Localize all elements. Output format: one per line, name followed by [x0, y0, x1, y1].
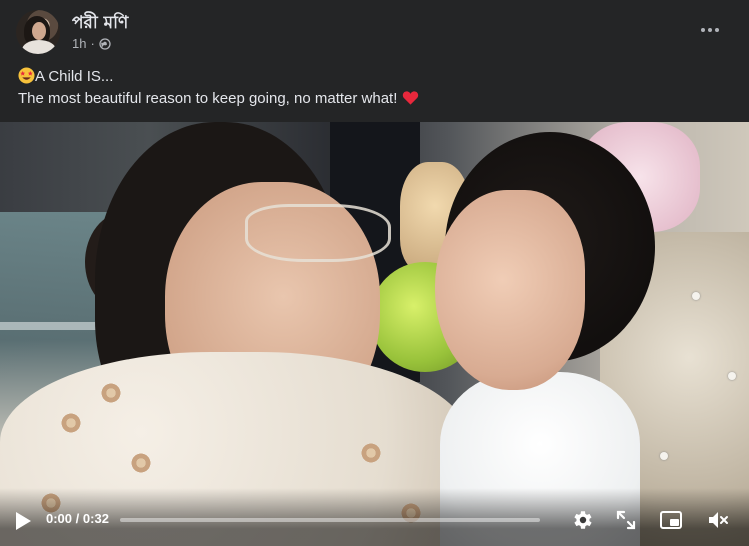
more-dots-icon — [701, 28, 705, 32]
time-separator: / — [75, 511, 80, 526]
child-face — [435, 190, 585, 390]
video-progress-bar[interactable] — [120, 518, 540, 522]
globe-icon[interactable] — [99, 37, 111, 50]
caption-line-1: A Child IS... — [18, 66, 419, 88]
caption-line-1-text: A Child IS... — [35, 68, 114, 85]
red-heart-emoji — [402, 91, 418, 105]
gear-icon[interactable] — [570, 508, 594, 532]
avatar-dress — [22, 40, 56, 54]
post-card: পরী মণি 1h · A Child IS... The most beau… — [0, 0, 749, 546]
video-player[interactable] — [0, 122, 749, 546]
woman-glasses — [245, 204, 391, 262]
post-caption: A Child IS... The most beautiful reason … — [18, 66, 419, 110]
post-header: পরী মণি 1h · — [0, 0, 749, 60]
video-time: 0:00 / 0:32 — [46, 511, 109, 526]
caption-line-2: The most beautiful reason to keep going,… — [18, 88, 419, 110]
top-flower-pattern — [60, 412, 82, 434]
video-controls: 0:00 / 0:32 — [0, 488, 749, 546]
sofa-stud — [728, 372, 736, 380]
more-options-button[interactable] — [695, 18, 725, 42]
sofa-stud — [660, 452, 668, 460]
author-name[interactable]: পরী মণি — [72, 10, 128, 38]
more-dot — [708, 28, 712, 32]
caption-line-2-text: The most beautiful reason to keep going,… — [18, 90, 398, 107]
expand-icon[interactable] — [614, 508, 638, 532]
speaker-muted-icon[interactable] — [706, 508, 730, 532]
top-flower-pattern — [130, 452, 152, 474]
sofa-stud — [692, 292, 700, 300]
top-flower-pattern — [100, 382, 122, 404]
picture-in-picture-icon[interactable] — [659, 508, 683, 532]
video-duration: 0:32 — [82, 511, 109, 526]
avatar-face — [32, 22, 46, 40]
meta-separator: · — [90, 36, 95, 51]
more-dot — [715, 28, 719, 32]
post-meta: 1h · — [72, 36, 111, 51]
top-flower-pattern — [360, 442, 382, 464]
play-icon[interactable] — [14, 511, 32, 531]
post-time[interactable]: 1h — [72, 36, 86, 51]
star-struck-emoji — [18, 67, 35, 84]
author-avatar[interactable] — [16, 10, 60, 54]
current-time: 0:00 — [46, 511, 73, 526]
